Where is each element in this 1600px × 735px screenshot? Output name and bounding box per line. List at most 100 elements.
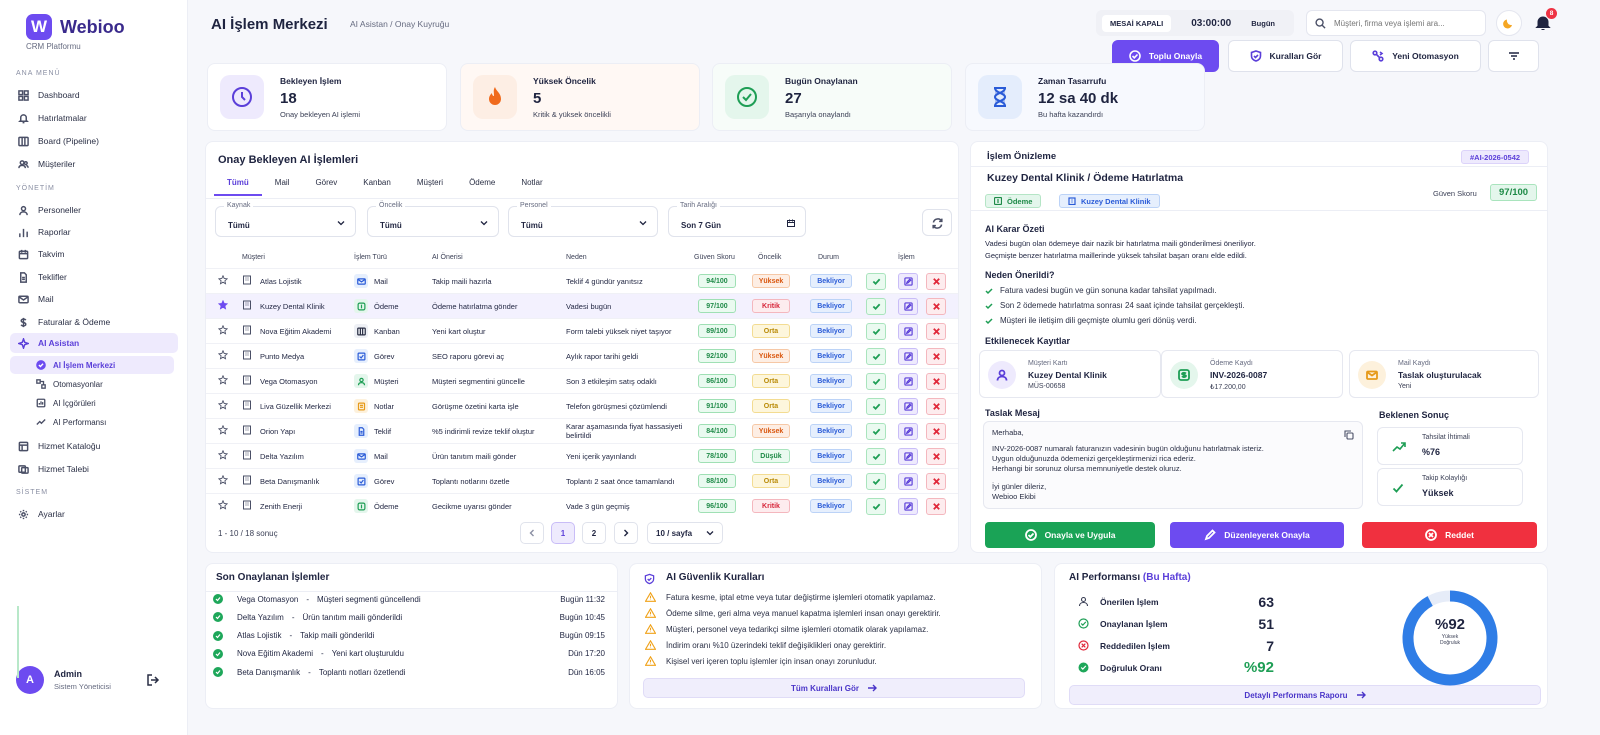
table-row[interactable]: Delta Yazılım Mail Ürün tanıtım maili gönd… bbox=[206, 443, 958, 468]
sidebar-item-settings[interactable]: Ayarlar bbox=[10, 504, 178, 524]
tab-mail[interactable]: Mail bbox=[262, 178, 303, 196]
user-profile[interactable]: A Admin Sistem Yöneticisi bbox=[16, 666, 111, 694]
sidebar-item-catalog[interactable]: Hizmet Kataloğu bbox=[10, 436, 178, 456]
table-row[interactable]: Kuzey Dental Klinik Ödeme Ödeme hatırlatma… bbox=[206, 293, 958, 318]
sidebar-item-service-request[interactable]: Hizmet Talebi bbox=[10, 459, 178, 479]
new-automation-button[interactable]: Yeni Otomasyon bbox=[1350, 40, 1481, 72]
reject-row-button[interactable] bbox=[926, 448, 946, 465]
star-icon[interactable] bbox=[217, 424, 229, 435]
table-row[interactable]: Beta Danışmanlık Görev Toplantı notlarını … bbox=[206, 468, 958, 493]
sidebar-sub-automations[interactable]: Otomasyonlar bbox=[10, 375, 174, 393]
sidebar-item-mail[interactable]: Mail bbox=[10, 289, 178, 309]
table-row[interactable]: Vega Otomasyon Müşteri Müşteri segmentini … bbox=[206, 368, 958, 393]
star-icon[interactable] bbox=[217, 399, 229, 410]
cell-customer[interactable]: Zenith Enerji bbox=[260, 502, 302, 511]
edit-row-button[interactable] bbox=[898, 473, 918, 490]
star-icon[interactable] bbox=[217, 374, 229, 385]
shift-widget[interactable]: MESAİ KAPALI 03:00:00 Bugün bbox=[1096, 10, 1294, 36]
approve-row-button[interactable] bbox=[866, 273, 886, 290]
approve-row-button[interactable] bbox=[866, 348, 886, 365]
table-row[interactable]: Zenith Enerji Ödeme Gecikme uyarısı gönder… bbox=[206, 493, 958, 518]
cell-customer[interactable]: Beta Danışmanlık bbox=[260, 477, 319, 486]
table-row[interactable]: Atlas Lojistik Mail Takip maili hazırla Tek… bbox=[206, 268, 958, 293]
reject-row-button[interactable] bbox=[926, 398, 946, 415]
filter-priority[interactable]: Öncelik Tümü bbox=[367, 202, 499, 237]
list-item[interactable]: Atlas Lojistik - Takip maili gönderildi Bug… bbox=[213, 630, 605, 641]
reject-row-button[interactable] bbox=[926, 473, 946, 490]
cell-customer[interactable]: Delta Yazılım bbox=[260, 452, 304, 461]
approve-row-button[interactable] bbox=[866, 373, 886, 390]
reject-row-button[interactable] bbox=[926, 348, 946, 365]
theme-toggle[interactable] bbox=[1496, 10, 1522, 36]
cell-customer[interactable]: Atlas Lojistik bbox=[260, 277, 302, 286]
per-page-select[interactable]: 10 / sayfa bbox=[647, 522, 723, 544]
tab-customer[interactable]: Müşteri bbox=[404, 178, 456, 196]
breadcrumb[interactable]: AI Asistan / Onay Kuyruğu bbox=[350, 19, 449, 29]
sidebar-item-calendar[interactable]: Takvim bbox=[10, 244, 178, 264]
edit-row-button[interactable] bbox=[898, 373, 918, 390]
cell-customer[interactable]: Kuzey Dental Klinik bbox=[260, 302, 325, 311]
tab-kanban[interactable]: Kanban bbox=[350, 178, 404, 196]
performance-report-button[interactable]: Detaylı Performans Raporu bbox=[1069, 685, 1541, 705]
reject-row-button[interactable] bbox=[926, 373, 946, 390]
filter-staff[interactable]: Personel Tümü bbox=[508, 202, 658, 237]
list-item[interactable]: Delta Yazılım - Ürün tanıtım maili gönderi… bbox=[213, 612, 605, 623]
all-rules-button[interactable]: Tüm Kuralları Gör bbox=[643, 678, 1025, 698]
table-row[interactable]: Punto Medya Görev SEO raporu görevi aç Aylı… bbox=[206, 343, 958, 368]
edit-row-button[interactable] bbox=[898, 498, 918, 515]
cell-customer[interactable]: Punto Medya bbox=[260, 352, 304, 361]
list-item[interactable]: Nova Eğitim Akademi - Yeni kart oluşturuld… bbox=[213, 648, 605, 659]
cell-customer[interactable]: Nova Eğitim Akademi bbox=[260, 327, 331, 336]
approve-row-button[interactable] bbox=[866, 498, 886, 515]
approve-row-button[interactable] bbox=[866, 298, 886, 315]
record-mail[interactable]: Mail Kaydı Taslak oluşturulacak Yeni bbox=[1349, 350, 1539, 398]
filter-source[interactable]: Kaynak Tümü bbox=[215, 202, 356, 237]
star-icon[interactable] bbox=[217, 324, 229, 335]
page-2-button[interactable]: 2 bbox=[582, 522, 606, 544]
star-icon[interactable] bbox=[217, 349, 229, 360]
search-box[interactable] bbox=[1306, 10, 1486, 36]
edit-row-button[interactable] bbox=[898, 298, 918, 315]
star-icon[interactable] bbox=[217, 449, 229, 460]
filter-button[interactable] bbox=[1488, 40, 1539, 72]
sidebar-sub-performance[interactable]: AI Performansı bbox=[10, 413, 174, 431]
edit-approve-button[interactable]: Düzenleyerek Onayla bbox=[1170, 522, 1344, 548]
sidebar-item-staff[interactable]: Personeller bbox=[10, 200, 178, 220]
reject-row-button[interactable] bbox=[926, 273, 946, 290]
edit-row-button[interactable] bbox=[898, 348, 918, 365]
sidebar-item-offers[interactable]: Teklifler bbox=[10, 267, 178, 287]
sidebar-item-reports[interactable]: Raporlar bbox=[10, 222, 178, 242]
refresh-button[interactable] bbox=[922, 209, 952, 236]
approve-row-button[interactable] bbox=[866, 448, 886, 465]
reject-row-button[interactable] bbox=[926, 498, 946, 515]
list-item[interactable]: Beta Danışmanlık - Toplantı notları özetle… bbox=[213, 667, 605, 678]
list-item[interactable]: Vega Otomasyon - Müşteri segmenti güncelle… bbox=[213, 594, 605, 604]
table-row[interactable]: Liva Güzellik Merkezi Notlar Görüşme özeti… bbox=[206, 393, 958, 418]
tab-payment[interactable]: Ödeme bbox=[456, 178, 508, 196]
star-icon[interactable] bbox=[217, 499, 229, 510]
sidebar-sub-ai-center[interactable]: AI İşlem Merkezi bbox=[10, 356, 174, 374]
star-icon[interactable] bbox=[217, 299, 229, 310]
page-1-button[interactable]: 1 bbox=[551, 522, 575, 544]
cell-customer[interactable]: Liva Güzellik Merkezi bbox=[260, 402, 331, 411]
view-rules-button[interactable]: Kuralları Gör bbox=[1228, 40, 1343, 72]
sidebar-item-board[interactable]: Board (Pipeline) bbox=[10, 131, 178, 151]
copy-icon[interactable] bbox=[1344, 430, 1354, 440]
sidebar-item-reminders[interactable]: Hatırlatmalar bbox=[10, 108, 178, 128]
cell-customer[interactable]: Orion Yapı bbox=[260, 427, 295, 436]
approve-row-button[interactable] bbox=[866, 423, 886, 440]
sidebar-item-ai-assistant[interactable]: AI Asistan bbox=[10, 333, 178, 353]
table-row[interactable]: Orion Yapı Teklif %5 indirimli revize tekl… bbox=[206, 418, 958, 443]
filter-date[interactable]: Tarih Aralığı Son 7 Gün bbox=[668, 202, 806, 237]
reject-row-button[interactable] bbox=[926, 298, 946, 315]
record-payment[interactable]: Ödeme Kaydı INV-2026-0087 ₺17.200,00 bbox=[1161, 350, 1343, 398]
logout-icon[interactable] bbox=[146, 673, 160, 687]
sidebar-sub-insights[interactable]: AI İçgörüleri bbox=[10, 394, 174, 412]
cell-customer[interactable]: Vega Otomasyon bbox=[260, 377, 318, 386]
reject-row-button[interactable] bbox=[926, 323, 946, 340]
approve-apply-button[interactable]: Onayla ve Uygula bbox=[985, 522, 1155, 548]
brand-logo[interactable]: W Webioo bbox=[26, 14, 125, 40]
edit-row-button[interactable] bbox=[898, 448, 918, 465]
edit-row-button[interactable] bbox=[898, 273, 918, 290]
reject-row-button[interactable] bbox=[926, 423, 946, 440]
